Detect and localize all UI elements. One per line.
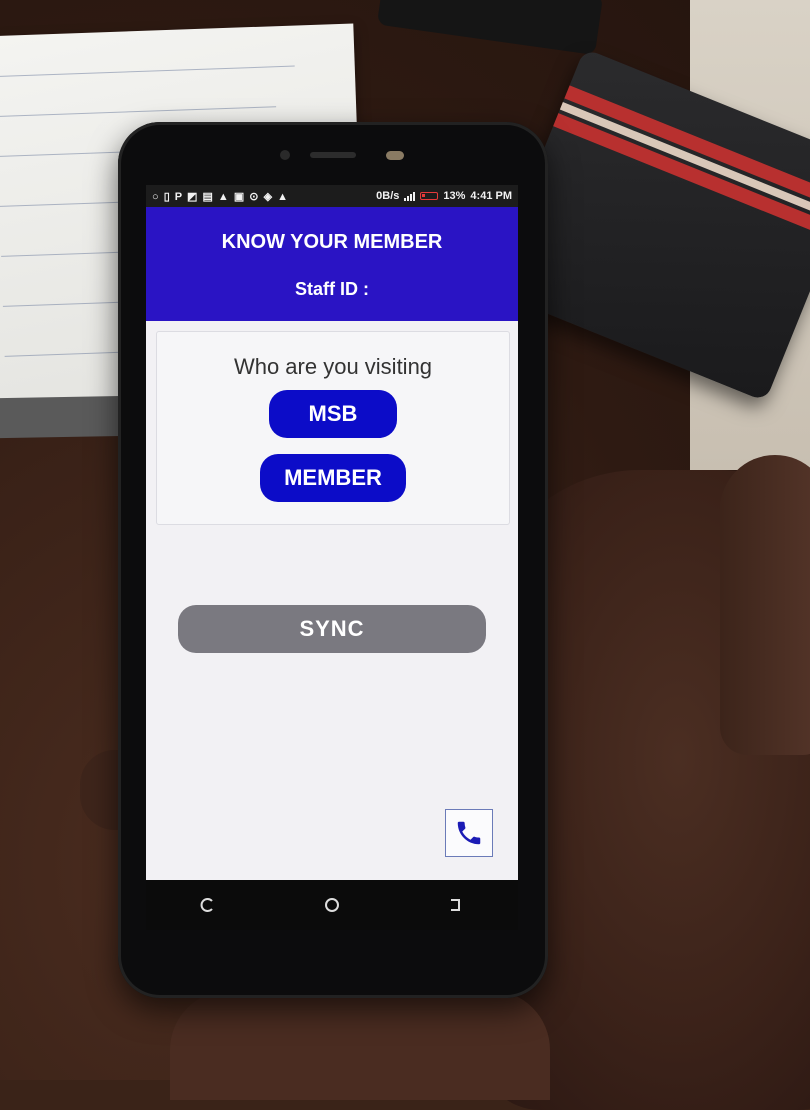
- front-camera: [280, 150, 290, 160]
- battery-icon: [420, 192, 439, 200]
- recent-apps-button[interactable]: [178, 890, 238, 920]
- network-speed: 0B/s: [376, 190, 400, 202]
- sync-button[interactable]: SYNC: [178, 605, 486, 653]
- msb-button[interactable]: MSB: [269, 390, 397, 438]
- phone-icon: [457, 821, 481, 845]
- battery-level: 13%: [443, 190, 466, 202]
- app-header: KNOW YOUR MEMBER Staff ID :: [146, 207, 518, 321]
- visit-card: Who are you visiting MSB MEMBER: [156, 331, 510, 525]
- staff-id-label: Staff ID :: [295, 279, 369, 299]
- status-bar: ○ ▯ P ◩ ▤ ▲ ▣ ⊙ ◈ ▲ 0B/s 13% 4:41 PM: [146, 185, 518, 207]
- notification-icons: ○ ▯ P ◩ ▤ ▲ ▣ ⊙ ◈ ▲: [152, 190, 289, 203]
- phone-screen: ○ ▯ P ◩ ▤ ▲ ▣ ⊙ ◈ ▲ 0B/s 13% 4:41 PM KNO…: [146, 185, 518, 880]
- phone: ○ ▯ P ◩ ▤ ▲ ▣ ⊙ ◈ ▲ 0B/s 13% 4:41 PM KNO…: [118, 122, 548, 998]
- home-button[interactable]: [302, 890, 362, 920]
- recent-apps-icon: [200, 898, 213, 912]
- navigation-bar: [146, 880, 518, 930]
- back-icon: [451, 899, 460, 911]
- sensor: [386, 151, 404, 160]
- signal-icon: [404, 191, 416, 201]
- app-title: KNOW YOUR MEMBER: [221, 231, 443, 253]
- member-button[interactable]: MEMBER: [260, 454, 406, 502]
- thumb: [720, 455, 810, 755]
- clock: 4:41 PM: [470, 190, 512, 202]
- back-button[interactable]: [426, 890, 486, 920]
- call-button[interactable]: [445, 809, 493, 857]
- finger: [170, 990, 550, 1100]
- home-icon: [325, 898, 339, 912]
- earpiece-speaker: [310, 152, 356, 158]
- visit-prompt: Who are you visiting: [233, 354, 433, 379]
